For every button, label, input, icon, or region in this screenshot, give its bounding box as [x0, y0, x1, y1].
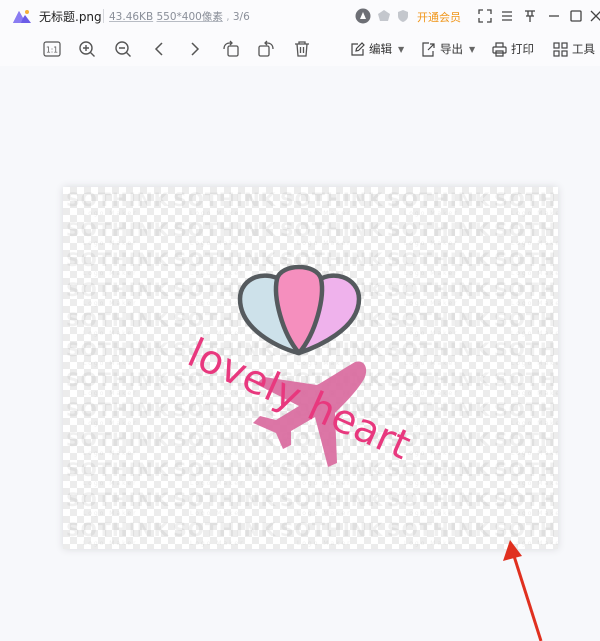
meta-separator: ,	[226, 11, 230, 23]
next-icon[interactable]	[185, 39, 205, 59]
chevron-down-icon: ▼	[398, 44, 405, 54]
fullscreen-icon[interactable]	[476, 7, 494, 25]
grid-icon	[553, 41, 568, 57]
file-info: 43.46KB 550*400像素 , 3/6	[109, 9, 250, 24]
file-size: 43.46KB	[109, 11, 154, 23]
vip-link[interactable]: 开通会员	[417, 9, 461, 25]
title-divider	[103, 9, 104, 23]
maximize-icon[interactable]	[567, 7, 585, 25]
export-icon	[422, 41, 435, 57]
edit-button[interactable]: 编辑 ▼	[350, 41, 404, 57]
shield-icon[interactable]	[395, 8, 411, 24]
close-icon[interactable]	[586, 7, 600, 25]
zoom-out-icon[interactable]	[113, 39, 133, 59]
minimize-icon[interactable]	[545, 7, 563, 25]
title-bar: 无标题.png 43.46KB 550*400像素 , 3/6 开通会员	[0, 0, 600, 32]
svg-text:1:1: 1:1	[46, 46, 58, 55]
tools-button[interactable]: 工具	[553, 41, 595, 57]
print-label: 打印	[511, 42, 534, 56]
heart-balloon-icon	[237, 264, 362, 356]
printer-icon	[492, 41, 507, 57]
export-label: 导出	[440, 42, 463, 56]
edit-label: 编辑	[369, 42, 392, 56]
tools-label: 工具	[572, 42, 595, 56]
menu-icon[interactable]	[498, 7, 516, 25]
zoom-in-icon[interactable]	[77, 39, 97, 59]
rotate-right-icon[interactable]	[256, 39, 276, 59]
pin-icon[interactable]	[521, 7, 539, 25]
image-preview[interactable]: SOTHINK Logo Maker SOTHINK Logo Maker SOTHIN…	[63, 187, 558, 549]
logo-artwork: lovely heart	[181, 264, 417, 469]
image-dimensions: 550*400像素	[156, 11, 223, 23]
actual-size-icon[interactable]: 1:1	[42, 39, 62, 59]
chevron-down-icon: ▼	[469, 44, 476, 54]
print-button[interactable]: 打印	[492, 41, 534, 57]
file-name: 无标题.png	[39, 10, 102, 24]
page-index: 3/6	[232, 11, 250, 23]
toolbar: 1:1 编辑 ▼ 导出 ▼ 打印 工具	[0, 32, 600, 66]
gem-icon[interactable]	[376, 8, 392, 24]
previous-icon[interactable]	[149, 39, 169, 59]
export-button[interactable]: 导出 ▼	[421, 41, 475, 57]
rotate-left-icon[interactable]	[221, 39, 241, 59]
edit-icon	[351, 41, 365, 56]
delete-icon[interactable]	[292, 39, 312, 59]
app-logo-icon	[13, 10, 31, 23]
avatar-icon[interactable]	[355, 8, 371, 24]
